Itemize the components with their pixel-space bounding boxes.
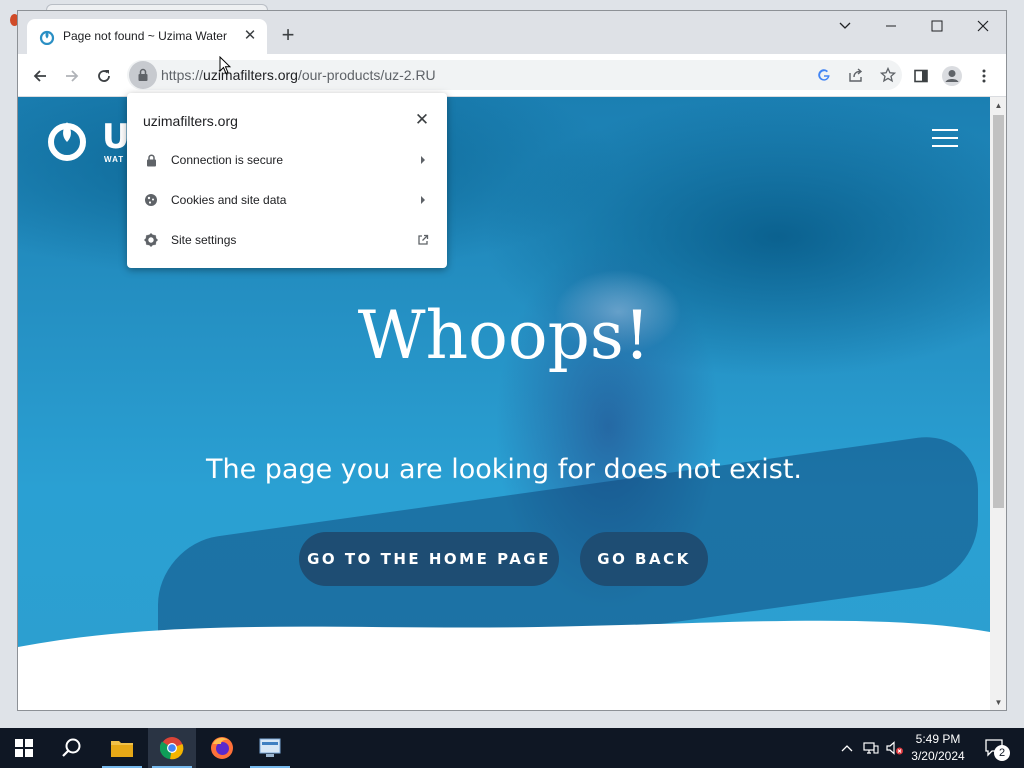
folder-icon	[111, 741, 133, 757]
wave-divider	[18, 620, 990, 710]
arrow-right-icon	[66, 70, 79, 82]
home-page-button[interactable]: GO TO THE HOME PAGE	[299, 532, 559, 586]
logo-text[interactable]: U	[102, 117, 130, 157]
vertical-scrollbar[interactable]: ▲ ▼	[990, 97, 1006, 710]
browser-toolbar: https://uzimafilters.org/our-products/uz…	[18, 54, 1006, 97]
notifications-button[interactable]: 2	[978, 728, 1012, 768]
lock-icon	[143, 152, 159, 168]
search-icon	[62, 738, 81, 757]
file-explorer-button[interactable]	[98, 728, 146, 768]
google-lens-icon[interactable]	[816, 67, 832, 88]
firefox-button[interactable]	[198, 728, 246, 768]
reload-icon	[98, 70, 110, 82]
network-icon	[863, 742, 879, 754]
mouse-cursor-icon	[219, 55, 232, 80]
profile-button[interactable]	[938, 62, 966, 90]
close-window-button[interactable]	[960, 11, 1006, 41]
lock-icon	[138, 68, 148, 81]
external-link-icon	[415, 232, 431, 248]
scroll-up-arrow-icon[interactable]: ▲	[990, 99, 1006, 113]
arrow-left-icon	[33, 70, 46, 82]
share-icon[interactable]	[848, 67, 864, 88]
water-drop-favicon-icon	[39, 29, 55, 46]
monitor-app-icon	[259, 738, 281, 757]
avatar-icon	[942, 66, 962, 86]
windows-taskbar: 5:49 PM 3/20/2024 2	[0, 728, 1024, 768]
chevron-up-icon	[841, 745, 853, 752]
show-hidden-icons-button[interactable]	[838, 728, 856, 768]
system-clock[interactable]: 5:49 PM 3/20/2024	[904, 731, 972, 765]
reload-button[interactable]	[90, 62, 118, 90]
maximize-button[interactable]	[914, 11, 960, 41]
windows-logo-icon	[15, 739, 33, 757]
scroll-down-arrow-icon[interactable]: ▼	[990, 696, 1006, 710]
more-vertical-icon	[982, 69, 986, 83]
start-button[interactable]	[0, 728, 48, 768]
tab-search-button[interactable]	[822, 11, 868, 41]
app-button[interactable]	[246, 728, 294, 768]
volume-tray-button[interactable]	[884, 728, 906, 768]
error-message: The page you are looking for does not ex…	[205, 454, 803, 485]
url-path: /our-products/uz-2.RU	[297, 67, 436, 83]
tab-title: Page not found ~ Uzima Water F	[63, 29, 231, 43]
connection-secure-label: Connection is secure	[171, 153, 284, 167]
url-scheme: https://	[161, 67, 204, 83]
speaker-muted-icon	[886, 741, 903, 755]
chrome-icon	[160, 737, 184, 760]
firefox-icon	[211, 737, 233, 759]
forward-button[interactable]	[58, 62, 86, 90]
logo-subtext: WAT	[104, 155, 125, 164]
tab-strip: Page not found ~ Uzima Water F ✕ +	[18, 11, 1006, 54]
site-info-button[interactable]	[129, 61, 157, 89]
go-back-button[interactable]: GO BACK	[580, 532, 708, 586]
cookies-site-data-item[interactable]: Cookies and site data	[127, 180, 447, 220]
chevron-right-icon	[415, 192, 431, 208]
chrome-button[interactable]	[148, 728, 196, 768]
minimize-button[interactable]	[868, 11, 914, 41]
side-panel-icon	[914, 69, 928, 83]
popup-close-icon[interactable]: ✕	[413, 110, 431, 130]
new-tab-button[interactable]: +	[276, 24, 300, 48]
connection-secure-item[interactable]: Connection is secure	[127, 140, 447, 180]
scrollbar-thumb[interactable]	[993, 115, 1004, 508]
tab-close-icon[interactable]: ✕	[241, 27, 259, 45]
back-button[interactable]	[26, 62, 54, 90]
page-title: Whoops!	[357, 297, 651, 374]
site-settings-label: Site settings	[171, 233, 237, 247]
network-tray-button[interactable]	[860, 728, 882, 768]
notification-count-badge: 2	[994, 745, 1010, 761]
bookmark-star-icon[interactable]	[879, 66, 897, 88]
side-panel-button[interactable]	[907, 62, 935, 90]
menu-button[interactable]	[970, 62, 998, 90]
gear-icon	[143, 232, 159, 248]
clock-time: 5:49 PM	[915, 732, 961, 746]
url-text: https://uzimafilters.org/our-products/uz…	[161, 67, 436, 83]
popup-domain: uzimafilters.org	[143, 113, 238, 129]
address-bar[interactable]: https://uzimafilters.org/our-products/uz…	[127, 60, 902, 90]
tab-page-not-found[interactable]: Page not found ~ Uzima Water F ✕	[27, 19, 267, 54]
url-domain: uzimafilters.org	[203, 67, 298, 83]
hamburger-menu-icon[interactable]	[932, 129, 958, 147]
cookie-icon	[143, 192, 159, 208]
cookies-site-data-label: Cookies and site data	[171, 193, 287, 207]
chevron-right-icon	[415, 152, 431, 168]
uzima-logo-icon[interactable]	[46, 119, 88, 166]
clock-date: 3/20/2024	[911, 749, 965, 763]
site-info-popup: uzimafilters.org ✕ Connection is secure …	[127, 93, 447, 268]
site-settings-item[interactable]: Site settings	[127, 220, 447, 260]
search-button[interactable]	[48, 728, 96, 768]
